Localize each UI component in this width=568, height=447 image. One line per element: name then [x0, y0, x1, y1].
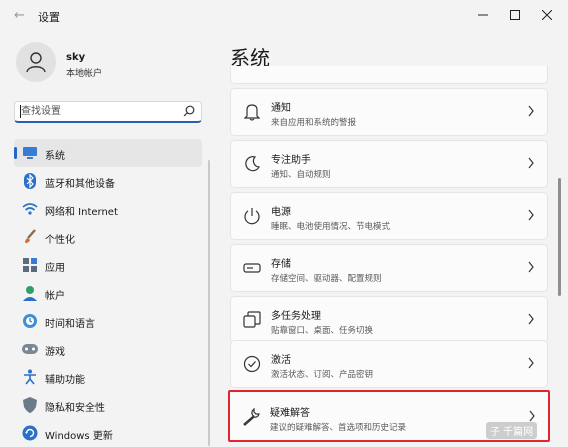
minimize-icon: [478, 14, 488, 16]
chevron-right-icon: [528, 313, 534, 325]
sidebar-item-time-language[interactable]: 时间和语言: [14, 307, 202, 335]
card-title: 疑难解答: [270, 408, 310, 419]
sidebar-item-label: 网络和 Internet: [45, 207, 118, 218]
sidebar-nav: 系统 蓝牙和其他设备 网络和 Internet 个性化 应用 帐户 时间和语言 …: [14, 139, 202, 447]
power-icon: [243, 207, 261, 225]
sidebar-item-label: 帐户: [45, 291, 65, 302]
card-subtitle: 贴靠窗口、桌面、任务切换: [271, 326, 374, 336]
sidebar-item-label: 游戏: [45, 347, 65, 358]
sidebar-item-gaming[interactable]: 游戏: [14, 335, 202, 363]
sidebar-item-privacy[interactable]: 隐私和安全性: [14, 391, 202, 419]
sidebar-item-accounts[interactable]: 帐户: [14, 279, 202, 307]
card-activation[interactable]: 激活 激活状态、订阅、产品密钥: [230, 340, 548, 388]
chevron-right-icon: [528, 209, 534, 221]
chevron-right-icon: [528, 357, 534, 369]
chevron-right-icon: [528, 261, 534, 273]
sidebar-item-accessibility[interactable]: 辅助功能: [14, 363, 202, 391]
account-type: 本地帐户: [66, 69, 103, 79]
window-title: 设置: [38, 11, 60, 24]
system-monitor-icon: [22, 145, 38, 161]
maximize-icon: [510, 10, 520, 20]
sidebar-item-label: 隐私和安全性: [45, 403, 105, 414]
sidebar-item-personalization[interactable]: 个性化: [14, 223, 202, 251]
bell-icon: [243, 103, 261, 121]
game-controller-icon: [22, 341, 38, 357]
sidebar-scrollbar[interactable]: [208, 160, 210, 446]
chevron-right-icon: [528, 105, 534, 117]
globe-clock-icon: [22, 313, 38, 329]
close-button[interactable]: [530, 4, 564, 26]
card-title: 多任务处理: [271, 311, 321, 322]
sidebar-item-network[interactable]: 网络和 Internet: [14, 195, 202, 223]
card-title: 电源: [271, 207, 291, 218]
multitask-icon: [243, 311, 261, 329]
close-icon: [542, 10, 552, 20]
sidebar-item-windows-update[interactable]: Windows 更新: [14, 419, 202, 447]
card-subtitle: 来自应用和系统的警报: [271, 118, 357, 128]
sidebar-item-system[interactable]: 系统: [14, 139, 202, 167]
watermark: 子 千篇网: [486, 422, 538, 439]
user-name: sky: [66, 52, 86, 63]
card-subtitle: 建议的疑难解答、首选项和历史记录: [270, 423, 407, 433]
maximize-button[interactable]: [498, 4, 532, 26]
card-subtitle: 睡眠、电池使用情况、节电模式: [271, 222, 391, 232]
back-arrow-icon[interactable]: ←: [14, 8, 25, 23]
chevron-right-icon: [529, 410, 535, 422]
sidebar-item-label: 系统: [45, 151, 65, 162]
card-subtitle: 激活状态、订阅、产品密钥: [271, 370, 374, 380]
minimize-button[interactable]: [466, 4, 500, 26]
card-subtitle: 通知、自动规则: [271, 170, 331, 180]
card-title: 通知: [271, 103, 291, 114]
storage-drive-icon: [243, 259, 261, 277]
search-box[interactable]: [14, 101, 202, 123]
windows-update-icon: [22, 425, 38, 441]
account-icon: [22, 285, 38, 301]
card-notifications[interactable]: 通知 来自应用和系统的警报: [230, 88, 548, 136]
card-partial: [230, 66, 548, 84]
avatar: [16, 42, 56, 82]
sidebar-item-label: 辅助功能: [45, 375, 85, 386]
card-title: 激活: [271, 355, 291, 366]
sidebar-item-apps[interactable]: 应用: [14, 251, 202, 279]
card-focus-assist[interactable]: 专注助手 通知、自动规则: [230, 140, 548, 188]
check-circle-icon: [243, 355, 261, 373]
sidebar-item-label: 时间和语言: [45, 319, 95, 330]
shield-icon: [22, 397, 38, 413]
card-storage[interactable]: 存储 存储空间、驱动器、配置规则: [230, 244, 548, 292]
title-bar: ← 设置: [0, 0, 568, 32]
bluetooth-icon: [22, 173, 38, 189]
paint-brush-icon: [22, 229, 38, 245]
sidebar-item-label: Windows 更新: [45, 431, 113, 442]
wifi-icon: [22, 201, 38, 217]
content-scrollbar[interactable]: [558, 178, 561, 296]
moon-icon: [243, 155, 261, 173]
sidebar-item-label: 蓝牙和其他设备: [45, 179, 115, 190]
sidebar-item-bluetooth[interactable]: 蓝牙和其他设备: [14, 167, 202, 195]
apps-icon: [22, 257, 38, 273]
card-title: 存储: [271, 259, 291, 270]
accessibility-icon: [22, 369, 38, 385]
search-input[interactable]: [15, 102, 187, 120]
card-subtitle: 存储空间、驱动器、配置规则: [271, 274, 382, 284]
person-icon: [26, 52, 46, 73]
search-icon[interactable]: [183, 105, 195, 117]
chevron-right-icon: [528, 157, 534, 169]
card-power[interactable]: 电源 睡眠、电池使用情况、节电模式: [230, 192, 548, 240]
card-multitasking[interactable]: 多任务处理 贴靠窗口、桌面、任务切换: [230, 296, 548, 344]
sidebar-item-label: 个性化: [45, 235, 75, 246]
sidebar-item-label: 应用: [45, 263, 65, 274]
wrench-icon: [242, 408, 260, 426]
card-title: 专注助手: [271, 155, 311, 166]
